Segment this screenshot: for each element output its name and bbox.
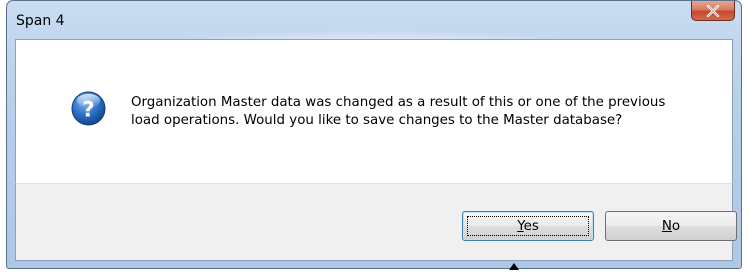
- button-bar: Yes No: [15, 183, 737, 261]
- yes-button-label: Yes: [517, 218, 539, 234]
- no-button-label: No: [661, 218, 681, 234]
- message-dialog: Span 4 ? Organization Master data was ch…: [6, 0, 742, 269]
- question-icon: ?: [71, 91, 106, 126]
- close-button[interactable]: [691, 1, 735, 21]
- message-area: ? Organization Master data was changed a…: [15, 39, 733, 183]
- mouse-cursor: [509, 263, 519, 270]
- message-text: Organization Master data was changed as …: [131, 95, 666, 128]
- title-bar[interactable]: Span 4: [7, 1, 741, 51]
- yes-button[interactable]: Yes: [462, 211, 594, 241]
- svg-text:?: ?: [82, 97, 94, 122]
- no-button[interactable]: No: [605, 211, 737, 241]
- window-title: Span 4: [16, 13, 65, 29]
- close-icon: [706, 4, 720, 17]
